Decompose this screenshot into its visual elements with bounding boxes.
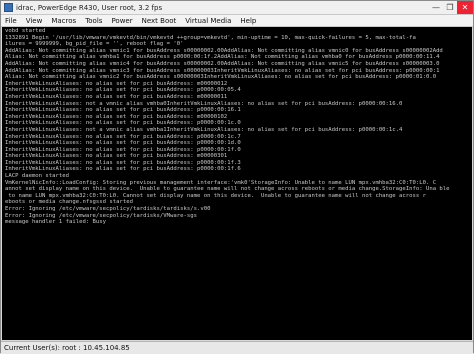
console-window: idrac, PowerEdge R430, User root, 3.2 fp…	[0, 0, 474, 354]
menu-tools[interactable]: Tools	[81, 17, 107, 25]
menu-file[interactable]: File	[1, 17, 22, 25]
console-line: AddAlias: Not committing alias vmnic1 fo…	[5, 47, 443, 54]
menu-help[interactable]: Help	[236, 17, 261, 25]
console-line: Alias: Not committing alias vmnic2 for b…	[5, 74, 437, 81]
console-line: InheritVmkLinuxAliases: no alias set for…	[5, 93, 228, 100]
console-line: InheritVmkLinuxAliases: no alias set for…	[5, 87, 241, 94]
remote-console-screen[interactable]: vobd started 1332891 Begin '/usr/lib/vmwa…	[2, 27, 472, 340]
console-line: InheritVmkLinuxAliases: not a vmnic alia…	[5, 126, 403, 133]
app-icon	[4, 3, 13, 12]
console-line: InheritVmkLinuxAliases: no alias set for…	[5, 80, 228, 87]
console-line: VmKernelNicInfo::LoadConfig: Storing pre…	[5, 179, 437, 186]
console-line: AddAlias: Not committing alias vmnic3 fo…	[5, 67, 440, 74]
window-controls: — ❐ ✕	[429, 0, 473, 15]
console-line: InheritVmkLinuxAliases: not a vmnic alia…	[5, 100, 403, 107]
console-line: Error: Ignoring /etc/vmware/secpolicy/ta…	[5, 206, 211, 213]
menu-virtual-media[interactable]: Virtual Media	[181, 17, 236, 25]
console-output: vobd started 1332891 Begin '/usr/lib/vmwa…	[2, 27, 472, 226]
window-title: idrac, PowerEdge R430, User root, 3.2 fp…	[16, 3, 163, 12]
close-button[interactable]: ✕	[457, 0, 473, 14]
minimize-button[interactable]: —	[429, 1, 443, 14]
current-users-status: Current User(s): root : 10.45.104.85	[4, 344, 130, 352]
console-line: InheritVmkLinuxAliases: no alias set for…	[5, 146, 241, 153]
menu-power[interactable]: Power	[107, 17, 137, 25]
console-line: InheritVmkLinuxAliases: no alias set for…	[5, 153, 228, 160]
console-line: ilures = 9999999, bg_pid_file = '', rebo…	[5, 41, 184, 48]
console-line: LACP daemon started	[5, 173, 69, 180]
console-line: InheritVmkLinuxAliases: no alias set for…	[5, 120, 241, 127]
console-line: InheritVmkLinuxAliases: no alias set for…	[5, 159, 241, 166]
console-line: eboots or media change.nfsgssd started	[5, 199, 133, 206]
menu-macros[interactable]: Macros	[47, 17, 81, 25]
title-bar: idrac, PowerEdge R430, User root, 3.2 fp…	[1, 0, 473, 15]
console-line: InheritVmkLinuxAliases: no alias set for…	[5, 107, 241, 114]
console-line: Alias: Not committing alias vmhba1 for b…	[5, 54, 440, 61]
console-line: InheritVmkLinuxAliases: no alias set for…	[5, 113, 228, 120]
console-line: InheritVmkLinuxAliases: no alias set for…	[5, 140, 241, 147]
menu-bar: File View Macros Tools Power Next Boot V…	[1, 15, 473, 27]
menu-view[interactable]: View	[22, 17, 48, 25]
console-line: vobd started	[5, 28, 46, 34]
console-line: 1332891 Begin '/usr/lib/vmware/vmkevtd/b…	[5, 34, 416, 41]
console-line: annot set display name on this device. U…	[5, 186, 450, 193]
console-line: message handler 1 failed: Busy	[5, 219, 107, 226]
console-line: InheritVmkLinuxAliases: no alias set for…	[5, 133, 241, 140]
console-line: to name LUN mpx.vmhba32:C0:T0:L0. Cannot…	[5, 192, 426, 199]
status-bar: Current User(s): root : 10.45.104.85	[1, 341, 473, 354]
console-line: AddAlias: Not committing alias vmnic4 fo…	[5, 60, 440, 67]
console-line: InheritVmkLinuxAliases: no alias set for…	[5, 166, 241, 173]
menu-next-boot[interactable]: Next Boot	[138, 17, 182, 25]
console-line: Error: Ignoring /etc/vmware/secpolicy/ta…	[5, 212, 197, 219]
maximize-button[interactable]: ❐	[443, 1, 457, 14]
